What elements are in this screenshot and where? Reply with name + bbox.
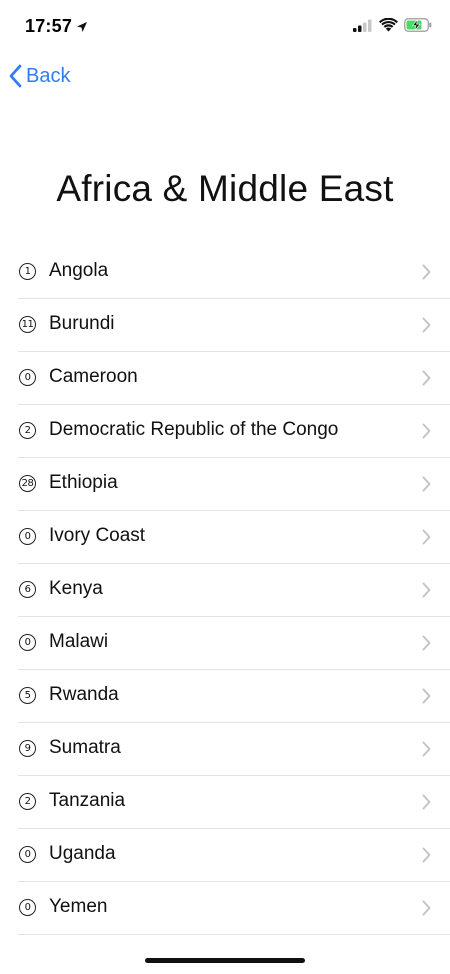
- chevron-right-icon: [422, 370, 431, 386]
- list-item-label: Rwanda: [49, 684, 119, 705]
- list-item-label: Burundi: [49, 313, 115, 334]
- count-badge: 0: [19, 899, 36, 916]
- chevron-right-icon: [422, 688, 431, 704]
- list-item[interactable]: 11 Burundi: [0, 299, 450, 352]
- chevron-right-icon: [422, 264, 431, 280]
- list-item-label: Ivory Coast: [49, 525, 146, 546]
- list-item[interactable]: 9 Sumatra: [0, 723, 450, 776]
- list-item[interactable]: 5 Rwanda: [0, 670, 450, 723]
- list-item[interactable]: 2 Democratic Republic of the Congo: [0, 405, 450, 458]
- chevron-right-icon: [422, 529, 431, 545]
- chevron-right-icon: [422, 900, 431, 916]
- count-badge: 6: [19, 581, 36, 598]
- list-item[interactable]: 0 Yemen: [0, 882, 450, 935]
- list-item[interactable]: 28 Ethiopia: [0, 458, 450, 511]
- country-list: 1 Angola 11 Burundi 0 Cameroon 2 Democratic Rep…: [0, 246, 450, 935]
- list-item-label: Uganda: [49, 843, 116, 864]
- status-time: 17:57: [25, 16, 73, 36]
- count-badge: 2: [19, 793, 36, 810]
- navigation-bar: Back: [0, 58, 450, 102]
- status-time-group: 17:57: [25, 16, 88, 37]
- count-badge: 0: [19, 369, 36, 386]
- list-item-label: Yemen: [49, 896, 108, 917]
- count-badge: 0: [19, 528, 36, 545]
- list-item-label: Cameroon: [49, 366, 138, 387]
- list-item[interactable]: 0 Cameroon: [0, 352, 450, 405]
- list-item-label: Tanzania: [49, 790, 126, 811]
- list-item[interactable]: 1 Angola: [0, 246, 450, 299]
- page-title: Africa & Middle East: [56, 168, 394, 209]
- count-badge: 9: [19, 740, 36, 757]
- count-badge: 28: [19, 475, 36, 492]
- list-item[interactable]: 0 Malawi: [0, 617, 450, 670]
- list-item[interactable]: 2 Tanzania: [0, 776, 450, 829]
- home-indicator: [145, 958, 305, 963]
- location-arrow-icon: [76, 21, 88, 33]
- count-badge: 11: [19, 316, 36, 333]
- count-badge: 1: [19, 263, 36, 280]
- chevron-right-icon: [422, 794, 431, 810]
- list-item[interactable]: 6 Kenya: [0, 564, 450, 617]
- list-item[interactable]: 0 Ivory Coast: [0, 511, 450, 564]
- back-button[interactable]: Back: [8, 64, 70, 88]
- wifi-icon: [379, 18, 398, 32]
- list-item-label: Malawi: [49, 631, 109, 652]
- list-item-label: Democratic Republic of the Congo: [49, 419, 339, 440]
- chevron-right-icon: [422, 635, 431, 651]
- list-item[interactable]: 0 Uganda: [0, 829, 450, 882]
- cellular-signal-icon: [353, 19, 373, 32]
- chevron-right-icon: [422, 582, 431, 598]
- chevron-right-icon: [422, 741, 431, 757]
- count-badge: 0: [19, 846, 36, 863]
- battery-charging-icon: [404, 18, 432, 32]
- chevron-right-icon: [422, 476, 431, 492]
- count-badge: 5: [19, 687, 36, 704]
- list-item-label: Sumatra: [49, 737, 121, 758]
- list-item-label: Kenya: [49, 578, 103, 599]
- chevron-left-icon: [8, 64, 22, 88]
- status-bar: 17:57: [0, 0, 450, 54]
- list-item-label: Ethiopia: [49, 472, 118, 493]
- chevron-right-icon: [422, 847, 431, 863]
- back-button-label: Back: [26, 64, 71, 87]
- count-badge: 0: [19, 634, 36, 651]
- count-badge: 2: [19, 422, 36, 439]
- status-icons: [353, 18, 432, 32]
- chevron-right-icon: [422, 423, 431, 439]
- chevron-right-icon: [422, 317, 431, 333]
- list-item-label: Angola: [49, 260, 109, 281]
